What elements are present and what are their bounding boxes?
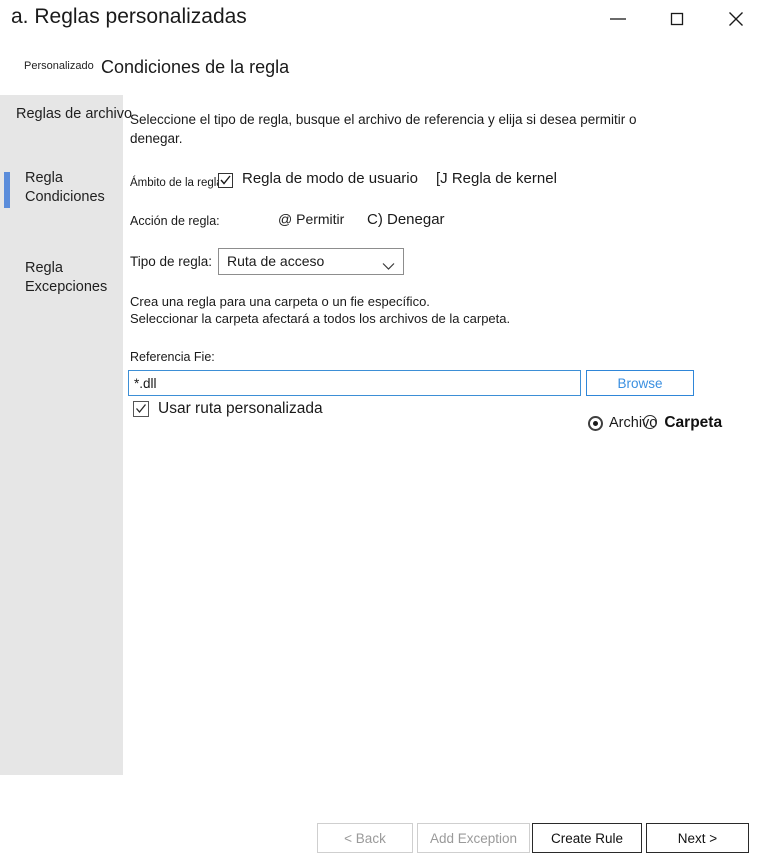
chevron-down-icon — [382, 258, 395, 276]
main-content: Seleccione el tipo de regla, busque el a… — [0, 0, 766, 865]
reference-file-label: Referencia Fie: — [130, 350, 215, 364]
browse-button[interactable]: Browse — [586, 370, 694, 396]
rule-scope-kernel-label[interactable]: [J Regla de kernel — [436, 170, 557, 187]
next-button[interactable]: Next > — [646, 823, 749, 853]
custom-path-row[interactable]: Usar ruta personalizada — [133, 400, 323, 418]
radio-carpeta-label[interactable]: Carpeta — [664, 414, 722, 432]
rule-type-select[interactable]: Ruta de acceso — [218, 248, 404, 275]
rule-scope-row: Ámbito de la regla: Regla de modo de usu… — [130, 170, 557, 194]
rule-action-row: Acción de regla: @ Permitir C) Denegar — [130, 211, 445, 230]
file-folder-radio-group: Archivo Carpeta — [588, 414, 722, 432]
helper-text-line-1: Crea una regla para una carpeta o un fie… — [130, 294, 430, 309]
radio-carpeta[interactable] — [643, 415, 657, 429]
back-button[interactable]: < Back — [317, 823, 413, 853]
rule-type-helper-text: Crea una regla para una carpeta o un fie… — [130, 293, 650, 327]
rule-action-label: Acción de regla: — [130, 214, 220, 228]
custom-path-checkbox[interactable] — [133, 401, 149, 417]
footer-button-bar: < Back Add Exception Create Rule Next > — [0, 823, 766, 865]
rule-action-deny-option[interactable]: C) Denegar — [367, 211, 445, 228]
intro-description: Seleccione el tipo de regla, busque el a… — [130, 112, 637, 146]
rule-type-value: Ruta de acceso — [227, 253, 325, 269]
create-rule-button[interactable]: Create Rule — [532, 823, 642, 853]
radio-archivo[interactable] — [588, 415, 603, 431]
add-exception-button[interactable]: Add Exception — [417, 823, 530, 853]
reference-file-input[interactable] — [128, 370, 581, 396]
rule-action-allow-option[interactable]: @ Permitir — [278, 211, 344, 227]
helper-text-line-2: Seleccionar la carpeta afectará a todos … — [130, 311, 511, 326]
custom-path-label: Usar ruta personalizada — [158, 400, 323, 417]
rule-type-label: Tipo de regla: — [130, 254, 213, 269]
rule-scope-checkbox[interactable] — [218, 173, 233, 188]
rule-scope-user-mode-label[interactable]: Regla de modo de usuario — [242, 170, 418, 187]
radio-selected-dot — [593, 420, 598, 426]
rule-scope-label: Ámbito de la regla: — [130, 177, 226, 189]
